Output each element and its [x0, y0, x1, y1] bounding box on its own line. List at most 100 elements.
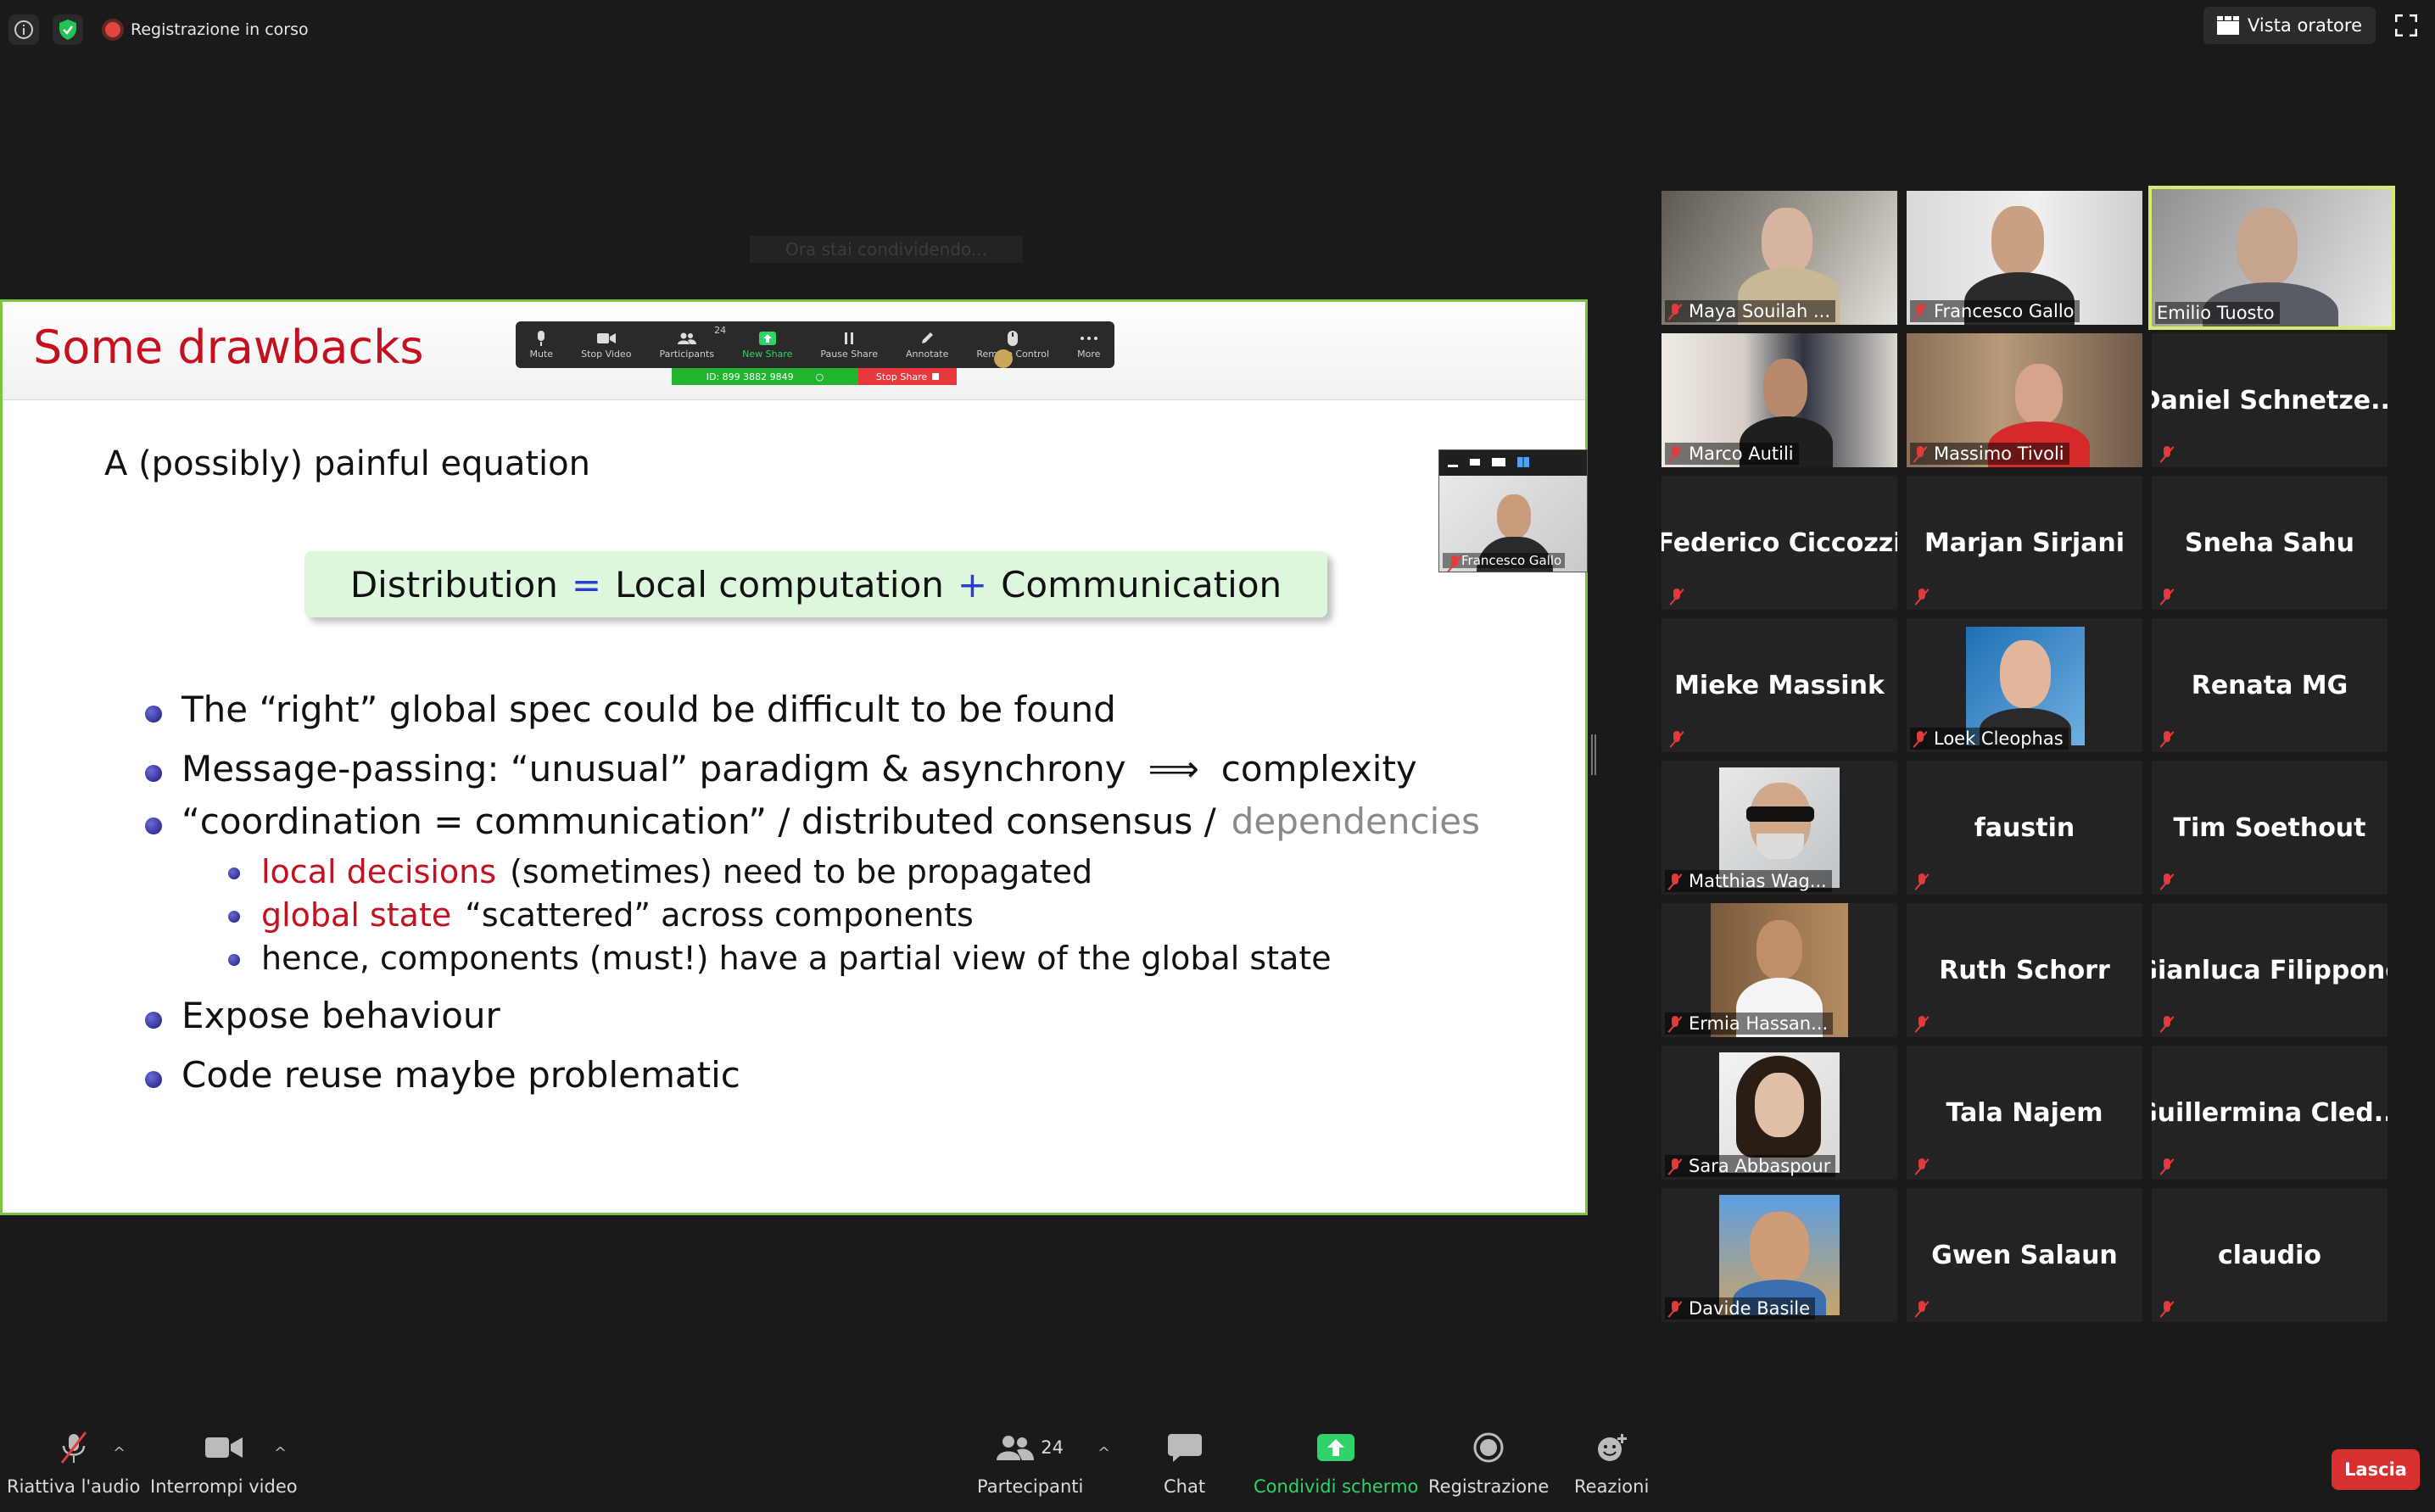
mic-muted-icon [2159, 1300, 2175, 1317]
share-screen-label: Condividi schermo [1254, 1476, 1419, 1497]
participant-face [1497, 494, 1531, 538]
fullscreen-icon[interactable] [2389, 8, 2423, 42]
mic-muted-icon [1913, 873, 1930, 890]
participant-tile[interactable]: Ermia Hassan... [1661, 903, 1897, 1037]
participant-tile[interactable]: Renata MG [2152, 618, 2388, 752]
bullet-text: hence, components (must!) have a partial… [261, 940, 1332, 977]
reactions-label: Reazioni [1574, 1476, 1650, 1497]
toolbar-remote-control-button[interactable]: Remote Control [976, 330, 1049, 360]
participants-options-chevron-icon[interactable]: ^ [1097, 1444, 1110, 1462]
bullet-dot [145, 706, 162, 723]
panel-resize-handle[interactable] [1591, 734, 1596, 775]
bullet-dot [145, 765, 162, 782]
eq-plus: + [957, 563, 988, 605]
toolbar-mute-button[interactable]: Mute [530, 330, 553, 360]
participant-tile[interactable]: Marjan Sirjani [1907, 476, 2142, 610]
participant-tile[interactable]: Guillermina Cled... [2152, 1046, 2388, 1180]
toolbar-pause-share-button[interactable]: Pause Share [820, 330, 878, 360]
participant-tile[interactable]: Massimo Tivoli [1907, 333, 2142, 467]
participant-tile[interactable]: Matthias Wag... [1661, 761, 1897, 895]
participant-name: Francesco Gallo [1461, 553, 1562, 568]
participant-tile[interactable]: Marco Autili [1661, 333, 1897, 467]
speaker-view-button[interactable]: Vista oratore [2203, 7, 2376, 44]
participant-face [1991, 206, 2044, 276]
floating-video-panel[interactable]: Francesco Gallo [1438, 449, 1588, 572]
mic-muted-icon [1667, 303, 1684, 320]
pause-icon [840, 330, 858, 347]
participant-tile[interactable]: Tala Najem [1907, 1046, 2142, 1180]
participant-tile[interactable]: Francesco Gallo [1907, 191, 2142, 325]
bullet-dot [145, 1071, 162, 1088]
participant-tile[interactable]: Davide Basile [1661, 1188, 1897, 1322]
tile-label: Sara Abbaspour [1665, 1155, 1836, 1177]
chat-button[interactable]: Chat [1164, 1431, 1205, 1497]
participant-face [1756, 920, 1802, 979]
participant-tile[interactable]: Tim Soethout [2152, 761, 2388, 895]
share-screen-button[interactable]: Condividi schermo [1254, 1431, 1418, 1497]
toolbar-participants-button[interactable]: 24 Participants [659, 325, 726, 360]
participant-tile[interactable]: Gianluca Filippone [2152, 903, 2388, 1037]
beard [1756, 834, 1804, 859]
sub-bullet-dot [228, 868, 240, 879]
video-options-chevron-icon[interactable]: ^ [274, 1444, 287, 1462]
tile-label: Emilio Tuosto [2155, 302, 2280, 324]
participant-name: Massimo Tivoli [1934, 444, 2064, 464]
leave-button[interactable]: Lascia [2332, 1449, 2420, 1490]
recording-dot-icon [105, 22, 120, 37]
record-button[interactable]: Registrazione [1428, 1431, 1549, 1497]
unmute-label: Riattiva l'audio [7, 1476, 141, 1497]
participant-tile[interactable]: Daniel Schnetze... [2152, 333, 2388, 467]
stop-video-button[interactable]: Interrompi video [150, 1431, 298, 1497]
participant-name: Marco Autili [1689, 444, 1794, 464]
stop-share-button[interactable]: Stop Share [858, 368, 957, 385]
participant-tile[interactable]: Sneha Sahu [2152, 476, 2388, 610]
info-icon[interactable] [8, 14, 39, 45]
participant-name: Federico Ciccozzi [1661, 527, 1897, 558]
recording-label: Registrazione in corso [131, 20, 309, 39]
participant-name: Marjan Sirjani [1924, 527, 2125, 558]
participant-tile[interactable]: Sara Abbaspour [1661, 1046, 1897, 1180]
toolbar-more-button[interactable]: More [1077, 330, 1100, 360]
signal-icon: ○ [815, 371, 824, 382]
minimize-icon[interactable] [1448, 464, 1458, 467]
mic-muted-icon [1913, 1158, 1930, 1174]
reactions-button[interactable]: Reazioni [1574, 1431, 1649, 1497]
speaker-view-label: Vista oratore [2248, 15, 2362, 36]
bullet-dot [145, 1012, 162, 1029]
active-speaker-tile[interactable]: Emilio Tuosto [2148, 186, 2395, 330]
view-controls: Vista oratore [2203, 7, 2435, 44]
toolbar-new-share-button[interactable]: New Share [742, 330, 792, 360]
toolbar-stop-video-button[interactable]: Stop Video [581, 330, 631, 360]
shield-check-icon[interactable] [53, 14, 83, 45]
participant-tile[interactable]: Loek Cleophas [1907, 618, 2142, 752]
participant-tile[interactable]: Mieke Massink [1661, 618, 1897, 752]
more-dots-icon [1080, 330, 1098, 347]
single-view-icon[interactable] [1470, 459, 1480, 466]
participant-name: claudio [2217, 1240, 2322, 1270]
participant-tile[interactable]: Federico Ciccozzi [1661, 476, 1897, 610]
tile-label: Marco Autili [1665, 443, 1799, 465]
mic-muted-icon [2159, 588, 2175, 605]
participant-tile[interactable]: claudio [2152, 1188, 2388, 1322]
participant-face [1763, 359, 1807, 418]
audio-options-chevron-icon[interactable]: ^ [113, 1444, 126, 1462]
recording-indicator[interactable]: Registrazione in corso [105, 20, 309, 39]
participants-button[interactable]: 24 Partecipanti [977, 1431, 1083, 1497]
mic-muted-icon [1667, 445, 1684, 462]
mic-muted-icon [1667, 1015, 1684, 1032]
meeting-id[interactable]: ID: 899 3882 9849 ○ [672, 368, 858, 385]
gallery-view-icon[interactable] [1517, 457, 1529, 467]
unmute-button[interactable]: Riattiva l'audio [7, 1431, 140, 1497]
mic-muted-icon [2159, 1158, 2175, 1174]
bullet-item: “coordination = communication” / distrib… [182, 801, 1480, 842]
participant-face [2237, 208, 2298, 286]
speaker-view-small-icon[interactable] [1492, 458, 1505, 466]
participant-tile[interactable]: Ruth Schorr [1907, 903, 2142, 1037]
bullet-text: Expose behaviour [182, 995, 500, 1036]
participant-tile[interactable]: faustin [1907, 761, 2142, 895]
participant-tile[interactable]: Gwen Salaun [1907, 1188, 2142, 1322]
slide-title: Some drawbacks [33, 321, 424, 374]
mic-muted-icon [1912, 303, 1929, 320]
toolbar-annotate-button[interactable]: Annotate [906, 330, 948, 360]
participant-tile[interactable]: Maya Souilah ... [1661, 191, 1897, 325]
